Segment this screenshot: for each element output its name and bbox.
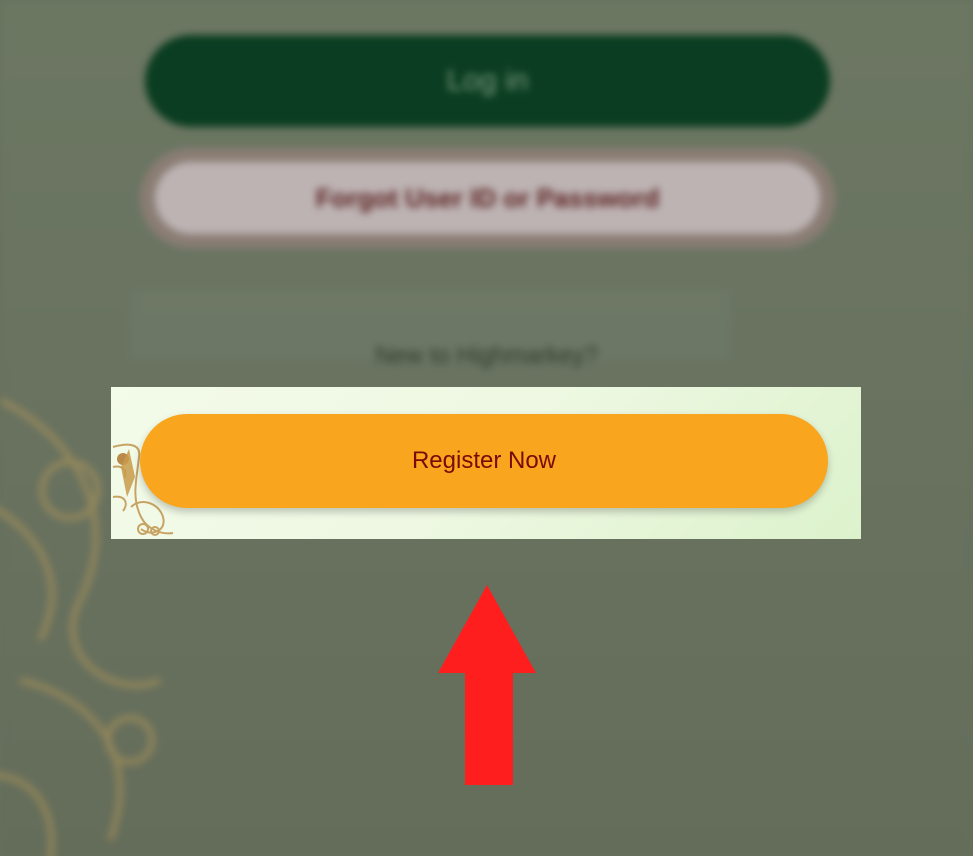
login-button: Log in xyxy=(145,35,830,127)
forgot-credentials-label: Forgot User ID or Password xyxy=(315,182,660,213)
forgot-credentials-button: Forgot User ID or Password xyxy=(140,148,835,248)
new-user-prompt: New to Highmarkey? xyxy=(375,342,598,369)
register-highlight-region: Register Now xyxy=(111,387,861,539)
arrow-up-icon xyxy=(438,585,536,785)
app-screen: Log in Forgot User ID or Password New to… xyxy=(0,0,973,856)
register-now-button[interactable]: Register Now xyxy=(140,414,828,508)
forgot-credentials-inner: Forgot User ID or Password xyxy=(155,162,820,234)
login-label: Log in xyxy=(446,64,529,97)
register-now-label: Register Now xyxy=(411,447,557,474)
